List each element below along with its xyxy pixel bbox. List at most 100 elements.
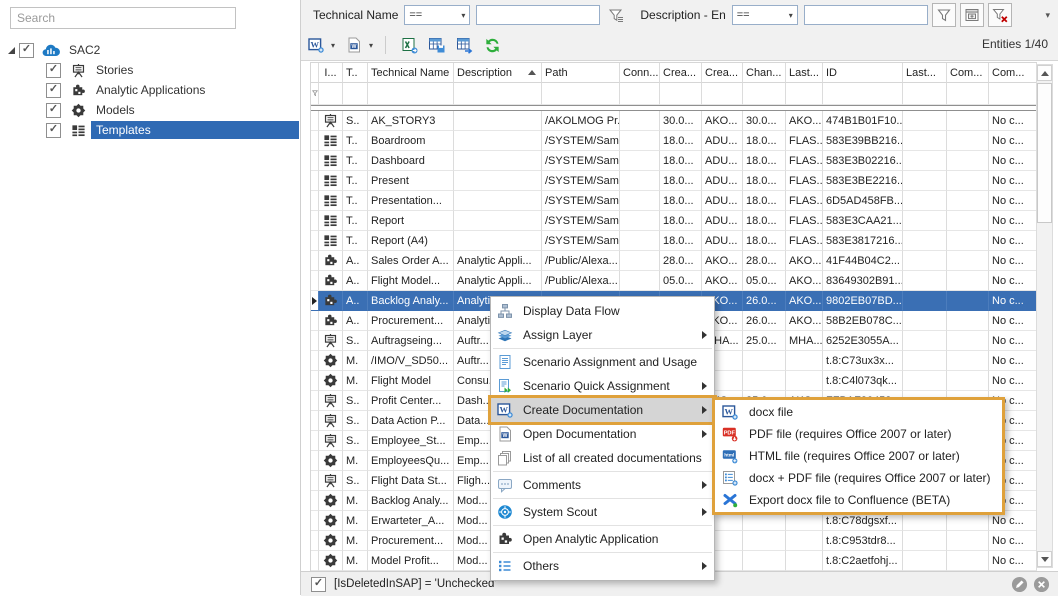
- column-header[interactable]: Last...: [903, 63, 947, 83]
- tree-item-stories[interactable]: ✓Stories: [0, 60, 299, 80]
- scroll-down-button[interactable]: [1037, 551, 1052, 567]
- filter-active-checkbox[interactable]: ✓: [311, 577, 326, 592]
- filter-cell[interactable]: [903, 83, 947, 105]
- column-header[interactable]: Com...: [989, 63, 1037, 83]
- filter-cell[interactable]: [620, 83, 660, 105]
- column-header[interactable]: ID: [823, 63, 903, 83]
- filter-cell[interactable]: [368, 83, 454, 105]
- tree-item-analytic-applications[interactable]: ✓Analytic Applications: [0, 80, 299, 100]
- search-input[interactable]: [10, 7, 236, 29]
- menu-item-open-analytic-application[interactable]: Open Analytic Application: [491, 527, 714, 551]
- filter-cell[interactable]: [319, 83, 343, 105]
- menu-item-others[interactable]: Others: [491, 554, 714, 578]
- filter-cell[interactable]: [823, 83, 903, 105]
- column-header[interactable]: T..: [343, 63, 368, 83]
- filter-cell[interactable]: [454, 83, 542, 105]
- row-type-cell: [319, 231, 343, 251]
- column-header[interactable]: Conn...: [620, 63, 660, 83]
- table-filter-row[interactable]: [311, 83, 1037, 105]
- filter-cell[interactable]: [743, 83, 786, 105]
- table-row[interactable]: S..AK_STORY3/AKOLMOG Pr...30.0...AKO...3…: [311, 111, 1037, 131]
- filter-cell[interactable]: [947, 83, 989, 105]
- filter-cell[interactable]: [542, 83, 620, 105]
- column-header[interactable]: Description: [454, 63, 542, 83]
- column-header[interactable]: Chan...: [743, 63, 786, 83]
- menu-item-scenario-assignment-and-usage[interactable]: Scenario Assignment and Usage: [491, 350, 714, 374]
- menu-item-system-scout[interactable]: System Scout: [491, 500, 714, 524]
- refresh-button[interactable]: [481, 34, 504, 56]
- cell-value: AKO...: [789, 275, 821, 287]
- checkbox[interactable]: ✓: [46, 83, 61, 98]
- word-create-button[interactable]: W: [305, 34, 327, 56]
- menu-item-create-documentation[interactable]: WCreate Documentation: [491, 398, 714, 422]
- checkbox[interactable]: ✓: [46, 63, 61, 78]
- column-header[interactable]: Crea...: [660, 63, 702, 83]
- table-row[interactable]: T..Report/SYSTEM/Sam...18.0...ADU...18.0…: [311, 211, 1037, 231]
- menu-item-display-data-flow[interactable]: Display Data Flow: [491, 299, 714, 323]
- svg-text:html: html: [724, 453, 734, 459]
- table-cell: 583E3BE2216...: [823, 171, 903, 191]
- expand-arrow-icon[interactable]: [8, 47, 15, 54]
- submenu-item-docx-pdf-file-requires-office-2007-or-later[interactable]: docx + PDF file (requires Office 2007 or…: [715, 467, 1002, 489]
- technical-name-operator-select[interactable]: == ▾: [404, 5, 470, 25]
- table-row[interactable]: T..Boardroom/SYSTEM/Sam...18.0...ADU...1…: [311, 131, 1037, 151]
- table-row[interactable]: T..Report (A4)/SYSTEM/Sam...18.0...ADU..…: [311, 231, 1037, 251]
- technical-name-filter-input[interactable]: [476, 5, 600, 25]
- chevron-down-icon[interactable]: ▾: [327, 41, 339, 50]
- sac2-checkbox[interactable]: ✓: [19, 43, 34, 58]
- tree-item-sac2[interactable]: ✓ SAC2: [0, 40, 299, 60]
- table-row[interactable]: T..Presentation.../SYSTEM/Sam...18.0...A…: [311, 191, 1037, 211]
- table-cell: 583E3817216...: [823, 231, 903, 251]
- close-filter-icon[interactable]: [1033, 576, 1050, 593]
- filter-cell[interactable]: [702, 83, 743, 105]
- checkbox[interactable]: ✓: [46, 123, 61, 138]
- funnel-icon[interactable]: [932, 3, 956, 27]
- table-row[interactable]: T..Present/SYSTEM/Sam...18.0...ADU...18.…: [311, 171, 1037, 191]
- funnel-lines-icon[interactable]: [604, 3, 628, 27]
- scroll-up-button[interactable]: [1037, 65, 1052, 81]
- filter-cell[interactable]: [343, 83, 368, 105]
- column-header[interactable]: I...: [319, 63, 343, 83]
- row-indicator: [311, 231, 319, 251]
- checkbox[interactable]: ✓: [46, 103, 61, 118]
- submenu-item-docx-file[interactable]: Wdocx file: [715, 401, 1002, 423]
- cell-value: 18.0...: [746, 135, 777, 147]
- scrollbar-thumb[interactable]: [1037, 83, 1052, 223]
- column-header[interactable]: Crea...: [702, 63, 743, 83]
- table-export-button[interactable]: [453, 34, 477, 56]
- tree-item-models[interactable]: ✓Models: [0, 100, 299, 120]
- clear-filter-icon[interactable]: [988, 3, 1012, 27]
- menu-item-open-documentation[interactable]: WOpen Documentation: [491, 422, 714, 446]
- column-header[interactable]: Path: [542, 63, 620, 83]
- menu-item-comments[interactable]: Comments: [491, 473, 714, 497]
- menu-item-list-of-all-created-documentations[interactable]: List of all created documentations: [491, 446, 714, 470]
- filter-cell[interactable]: [989, 83, 1037, 105]
- table-row[interactable]: A..Flight Model...Analytic Appli.../Publ…: [311, 271, 1037, 291]
- table-save-button[interactable]: [425, 34, 449, 56]
- submenu-item-export-docx-file-to-confluence-beta[interactable]: Export docx file to Confluence (BETA): [715, 489, 1002, 511]
- excel-export-button[interactable]: [398, 34, 421, 56]
- table-row[interactable]: T..Dashboard/SYSTEM/Sam...18.0...ADU...1…: [311, 151, 1037, 171]
- submenu-item-html-file-requires-office-2007-or-later[interactable]: htmlHTML file (requires Office 2007 or l…: [715, 445, 1002, 467]
- word-open-button[interactable]: W: [343, 34, 365, 56]
- menu-separator: [493, 471, 712, 472]
- description-filter-input[interactable]: [804, 5, 928, 25]
- table-cell: [454, 211, 542, 231]
- column-header[interactable]: Technical Name: [368, 63, 454, 83]
- filter-cell[interactable]: [786, 83, 823, 105]
- table-cell: [903, 331, 947, 351]
- chevron-down-icon[interactable]: ▾: [365, 41, 377, 50]
- menu-item-scenario-quick-assignment[interactable]: Scenario Quick Assignment: [491, 374, 714, 398]
- edit-filter-icon[interactable]: [1011, 576, 1028, 593]
- table-row[interactable]: A..Sales Order A...Analytic Appli.../Pub…: [311, 251, 1037, 271]
- chevron-down-icon[interactable]: ▾: [1045, 10, 1050, 21]
- filter-cell[interactable]: [660, 83, 702, 105]
- vertical-scrollbar[interactable]: [1036, 64, 1053, 568]
- description-operator-select[interactable]: == ▾: [732, 5, 798, 25]
- window-plus-icon[interactable]: [960, 3, 984, 27]
- column-header[interactable]: Com...: [947, 63, 989, 83]
- menu-item-assign-layer[interactable]: Assign Layer: [491, 323, 714, 347]
- column-header[interactable]: Last...: [786, 63, 823, 83]
- tree-item-templates[interactable]: ✓Templates: [0, 120, 299, 140]
- submenu-item-pdf-file-requires-office-2007-or-later[interactable]: PDFPDF file (requires Office 2007 or lat…: [715, 423, 1002, 445]
